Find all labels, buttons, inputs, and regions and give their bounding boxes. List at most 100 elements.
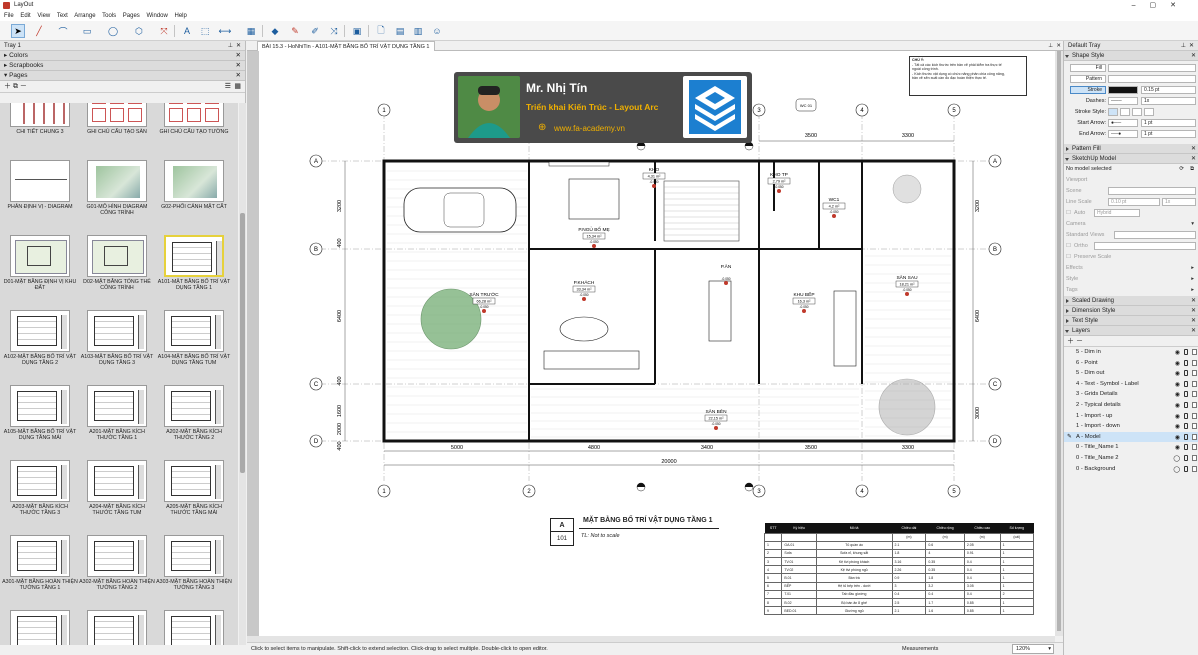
close-tray-icon[interactable]: ✕: [1189, 41, 1194, 51]
effects-row[interactable]: Effects ▸: [1064, 263, 1198, 274]
pin-icon[interactable]: ⊥: [1181, 41, 1186, 51]
scrollbar-thumb[interactable]: [240, 213, 245, 473]
minimize-icon[interactable]: –: [1132, 2, 1150, 9]
preserve-scale-checkbox[interactable]: ☐: [1066, 252, 1071, 263]
line-scale-field[interactable]: 0.10 pt: [1108, 198, 1160, 206]
lock-icon[interactable]: [1184, 380, 1188, 387]
page-thumbnail[interactable]: A302-MẶT BẰNG HOÀN THIỆN TƯỜNG TẦNG 2: [79, 535, 155, 609]
close-tray-icon[interactable]: ✕: [236, 41, 241, 51]
fill-toggle[interactable]: Fill: [1070, 64, 1106, 72]
lock-icon[interactable]: [1184, 444, 1188, 451]
layer-color-swatch[interactable]: [1192, 380, 1197, 387]
dimension-style-section[interactable]: Dimension Style ✕: [1064, 306, 1198, 316]
delete-page-icon[interactable]: －: [20, 83, 27, 90]
layer-color-swatch[interactable]: [1192, 444, 1197, 451]
next-page-icon[interactable]: ▥: [411, 24, 425, 38]
previous-page-icon[interactable]: ▤: [393, 24, 407, 38]
pattern-toggle[interactable]: Pattern: [1070, 75, 1106, 83]
delete-layer-icon[interactable]: －: [1076, 338, 1083, 345]
menu-view[interactable]: View: [37, 13, 50, 19]
lock-icon[interactable]: [1184, 359, 1188, 366]
join-tool-icon[interactable]: ⤨: [327, 24, 341, 38]
dimension-tool-icon[interactable]: ⟷: [218, 24, 232, 38]
pages-section[interactable]: ▾ Pages ✕: [0, 71, 245, 81]
start-arrow-dropdown[interactable]: ●──: [1108, 119, 1138, 127]
close-icon[interactable]: ✕: [236, 61, 241, 71]
menu-window[interactable]: Window: [146, 13, 167, 19]
close-icon[interactable]: ✕: [1191, 296, 1196, 306]
lock-icon[interactable]: [1184, 465, 1188, 472]
screen-presentation-icon[interactable]: ▣: [350, 24, 364, 38]
list-view-icon[interactable]: ☰: [225, 81, 231, 93]
close-document-icon[interactable]: ✕: [1056, 41, 1061, 51]
page-thumbnail[interactable]: GHI CHÚ CẤU TẠO SÀN: [79, 103, 155, 159]
circle-tool-icon[interactable]: ◯: [106, 24, 120, 38]
duplicate-page-icon[interactable]: ⧉: [13, 83, 18, 90]
layer-row[interactable]: 5 - Dim in ◉: [1064, 347, 1198, 358]
add-page-button-icon[interactable]: ＋: [4, 83, 11, 90]
offset-tool-icon[interactable]: ⤧: [157, 24, 171, 38]
close-icon[interactable]: ✕: [1170, 2, 1190, 9]
line-scale-multiplier[interactable]: 1x: [1162, 198, 1196, 206]
drawing-canvas[interactable]: 1122334455AABBCCDD5000480034003500330020…: [247, 51, 1055, 636]
pin-icon[interactable]: ⊥: [228, 41, 233, 51]
lock-icon[interactable]: [1184, 370, 1188, 377]
layers-section[interactable]: Layers ✕: [1064, 326, 1198, 336]
layer-color-swatch[interactable]: [1192, 433, 1197, 440]
layer-color-swatch[interactable]: [1192, 401, 1197, 408]
stroke-width-field[interactable]: 0.15 pt: [1141, 86, 1196, 94]
page-thumbnail[interactable]: A105-MẶT BẰNG BỐ TRÍ VẬT DỤNG TẦNG MÁI: [2, 385, 78, 459]
lock-icon[interactable]: [1184, 433, 1188, 440]
layer-color-swatch[interactable]: [1192, 349, 1197, 355]
pages-scrollbar[interactable]: [239, 103, 246, 645]
layer-row[interactable]: 3 - Grids Details ◉: [1064, 389, 1198, 400]
scaled-drawing-section[interactable]: Scaled Drawing ✕: [1064, 296, 1198, 306]
page-thumbnail[interactable]: A101-MẶT BẰNG BỐ TRÍ VẬT DỤNG TẦNG 1: [156, 235, 232, 309]
layer-color-swatch[interactable]: [1192, 465, 1197, 472]
close-icon[interactable]: ✕: [1191, 316, 1196, 326]
lock-icon[interactable]: [1184, 454, 1188, 461]
page-thumbnail[interactable]: A301-MẶT BẰNG HOÀN THIỆN TƯỜNG TẦNG 1: [2, 535, 78, 609]
layer-row[interactable]: 4 - Text - Symbol - Label ◉: [1064, 379, 1198, 390]
arc-tool-icon[interactable]: ⌒: [56, 24, 70, 38]
canvas-vertical-scrollbar[interactable]: [1055, 51, 1063, 636]
window-controls[interactable]: –▢✕: [1132, 0, 1190, 11]
layer-row[interactable]: A - Model ✎ ◉: [1064, 431, 1198, 443]
page-thumbnail[interactable]: [2, 610, 78, 645]
layer-row[interactable]: 2 - Typical details ◉: [1064, 400, 1198, 411]
style-tool-icon[interactable]: ✎: [288, 24, 302, 38]
close-icon[interactable]: ✕: [1191, 51, 1196, 61]
visibility-eye-icon[interactable]: ◯: [1173, 465, 1180, 476]
account-icon[interactable]: ☺: [430, 24, 444, 38]
dash-scale-dropdown[interactable]: 1x: [1141, 97, 1196, 105]
page-thumbnail[interactable]: G01-MÔ HÌNH DIAGRAM CÔNG TRÌNH: [79, 160, 155, 234]
layer-row[interactable]: 5 - Dim out ◉: [1064, 368, 1198, 379]
stroke-toggle[interactable]: Stroke: [1070, 86, 1106, 94]
page-thumbnail[interactable]: D01-MẶT BẰNG ĐỊNH VỊ KHU ĐẤT: [2, 235, 78, 309]
layer-row[interactable]: 0 - Title_Name 2 ◯: [1064, 453, 1198, 464]
zoom-dropdown[interactable]: 120% ▾: [1012, 644, 1054, 654]
pattern-fill-section[interactable]: Pattern Fill ✕: [1064, 144, 1198, 154]
document-tab[interactable]: BÀI 15.3 - HoNhiTin - A101-MẶT BẰNG BỐ T…: [257, 41, 435, 51]
page-thumbnail[interactable]: A205-MẶT BẰNG KÍCH THƯỚC TẦNG MÁI: [156, 460, 232, 534]
table-tool-icon[interactable]: ▦: [244, 24, 258, 38]
menu-text[interactable]: Text: [57, 13, 68, 19]
add-layer-icon[interactable]: ＋: [1067, 338, 1074, 345]
page-thumbnail[interactable]: GHI CHÚ CẤU TẠO TƯỜNG: [156, 103, 232, 159]
erase-tool-icon[interactable]: ◆: [268, 24, 282, 38]
fill-color-swatch[interactable]: [1108, 64, 1196, 72]
text-style-section[interactable]: Text Style ✕: [1064, 316, 1198, 326]
menu-file[interactable]: File: [4, 13, 14, 19]
pattern-swatch[interactable]: [1108, 75, 1196, 83]
ortho-scale-dropdown[interactable]: [1094, 242, 1196, 250]
layer-row[interactable]: 1 - Import - up ◉: [1064, 411, 1198, 422]
layer-color-swatch[interactable]: [1192, 454, 1197, 461]
page-thumbnail[interactable]: G02-PHỐI CẢNH MẶT CẮT: [156, 160, 232, 234]
layer-row[interactable]: 0 - Title_Name 1 ◉: [1064, 442, 1198, 453]
lock-icon[interactable]: [1184, 412, 1188, 419]
lock-icon[interactable]: [1184, 401, 1188, 408]
auto-checkbox[interactable]: ☐: [1066, 208, 1071, 219]
split-tool-icon[interactable]: ✐: [308, 24, 322, 38]
select-tool-icon[interactable]: ➤: [11, 24, 25, 38]
start-arrow-size[interactable]: 1 pt: [1141, 119, 1196, 127]
